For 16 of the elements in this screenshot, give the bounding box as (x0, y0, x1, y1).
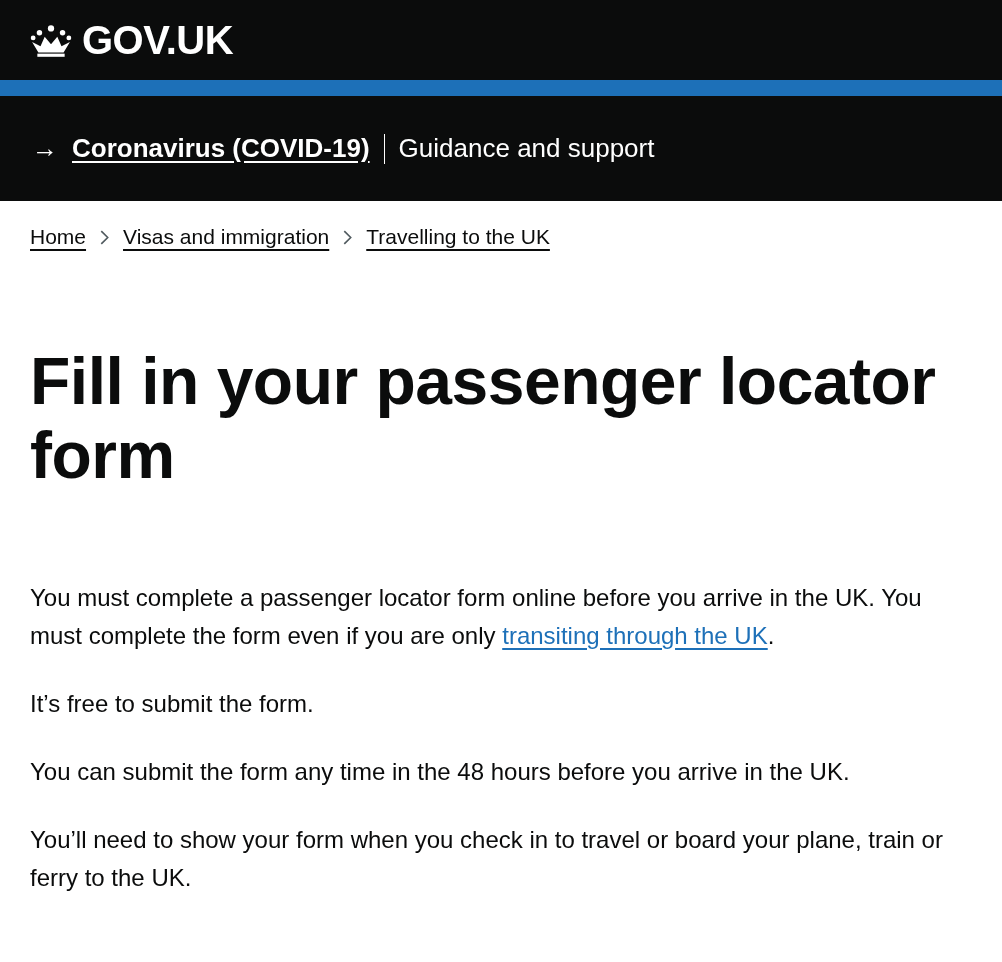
chevron-icon (100, 229, 110, 245)
body-paragraph: It’s free to submit the form. (30, 688, 315, 719)
govuk-logo-link[interactable]: GOV.UK (30, 17, 234, 63)
arrow-icon: → (32, 133, 58, 164)
body-paragraph: You can submit the form any time in the 48 hours before you arrive in the UK. (30, 756, 851, 787)
breadcrumb-link[interactable]: Visas and immigration (123, 225, 330, 249)
banner-text: Guidance and support (398, 133, 655, 164)
body-paragraph: You’ll need to show your form when you check in to travel or board your plane, train or ferry to the UK. (30, 824, 944, 893)
page-title: Fill in your passenger locator form (30, 345, 937, 493)
covid-link[interactable]: Coronavirus (COVID-19) (72, 133, 370, 164)
chevron-icon (343, 229, 353, 245)
breadcrumb-link[interactable]: Travelling to the UK (366, 225, 550, 249)
crown-icon (30, 23, 72, 57)
breadcrumb-link[interactable]: Home (30, 225, 87, 249)
text-link[interactable]: transiting through the UK (502, 621, 768, 649)
body-paragraph: You must complete a passenger locator form online before you arrive in the UK. You must complete the form even if you are only transiting through the UK. (30, 582, 923, 651)
